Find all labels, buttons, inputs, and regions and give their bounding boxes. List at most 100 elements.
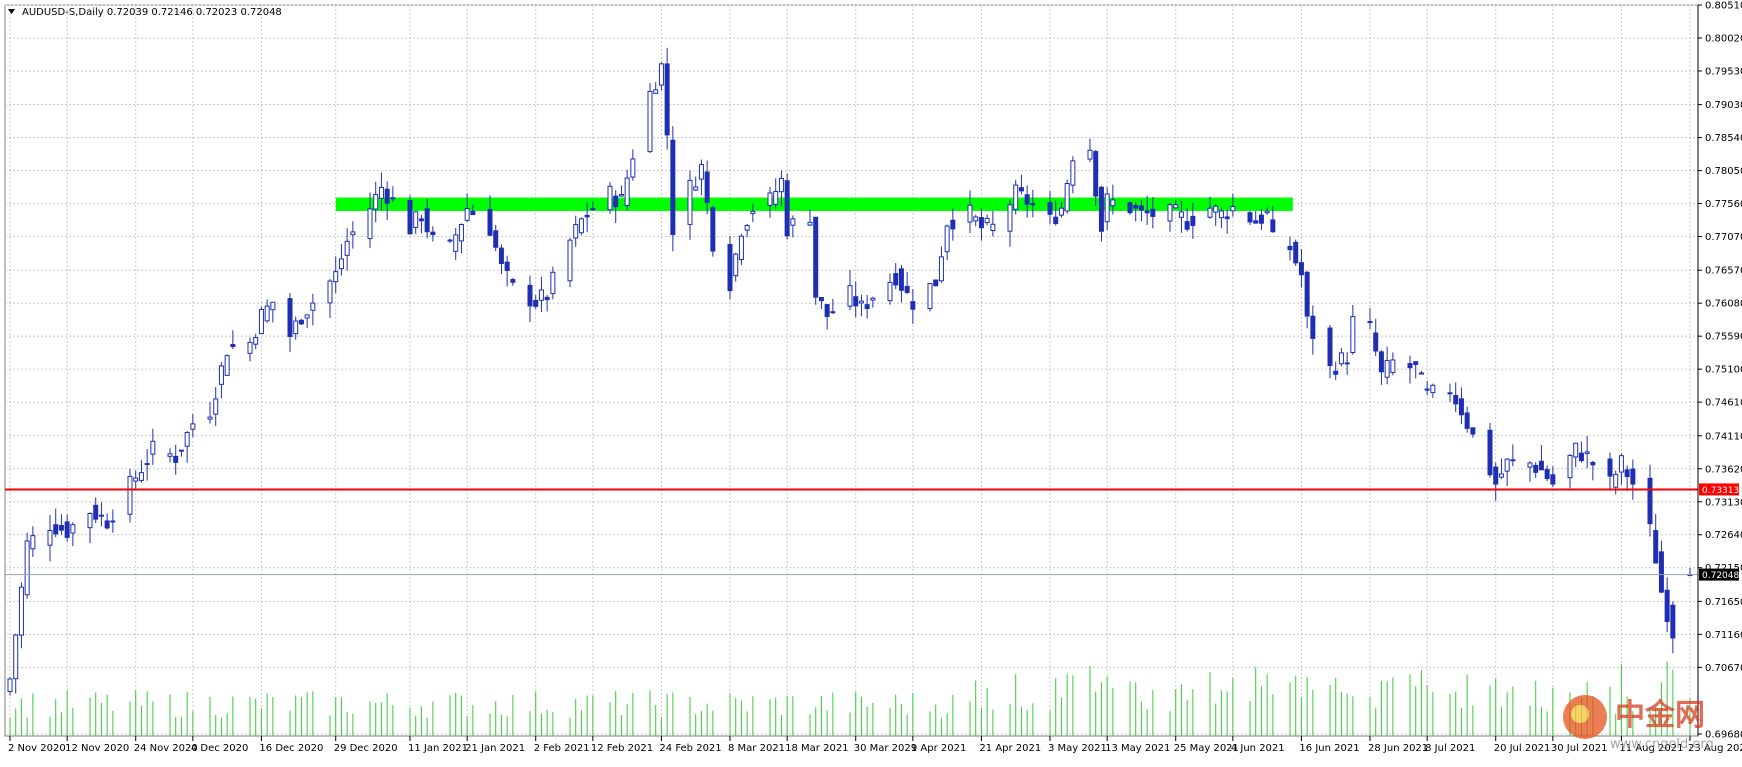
candle-bear [407, 200, 413, 235]
candle-bull [858, 300, 864, 304]
candle-bear [1333, 370, 1339, 375]
candle-bear [1310, 315, 1316, 339]
candle-bull [778, 177, 784, 193]
candle-bull [870, 297, 876, 301]
candle-bull [390, 197, 396, 200]
candle-bull [1264, 210, 1270, 214]
candle-bull [1338, 352, 1344, 365]
candle-bear [1184, 221, 1190, 230]
candle-bull [1167, 204, 1173, 222]
candle-bull [1178, 211, 1184, 218]
candle-bear [1630, 468, 1636, 485]
x-tick-label: 21 Jan 2021 [465, 743, 525, 754]
x-tick-label: 8 Jul 2021 [1425, 743, 1475, 754]
y-tick-label: 0.77560 [1705, 199, 1742, 210]
candle-bear [384, 188, 390, 204]
watermark-site: www.cngold.org [1610, 737, 1714, 752]
candle-bull [1350, 316, 1356, 354]
candle-bull [1367, 321, 1373, 324]
candle-bull [687, 179, 693, 225]
candle-bear [898, 268, 904, 291]
candle-bear [1150, 208, 1156, 217]
x-tick-label: 24 Feb 2021 [659, 743, 721, 754]
candle-bear [727, 244, 733, 292]
candle-bull [224, 355, 230, 376]
y-tick-label: 0.70670 [1705, 663, 1742, 674]
watermark-brand: 中金网 [1615, 698, 1705, 733]
y-tick-label: 0.76570 [1705, 266, 1742, 277]
candle-bear [1293, 241, 1299, 264]
candle-bear [1424, 388, 1430, 391]
candle-bull [607, 185, 613, 211]
x-tick-label: 30 Mar 2021 [854, 743, 917, 754]
y-tick-label: 0.77070 [1705, 232, 1742, 243]
candle-bear [704, 171, 710, 203]
candle-bear [504, 261, 510, 271]
candle-bull [178, 449, 184, 452]
candle-bear [53, 524, 59, 535]
candle-bull [630, 158, 636, 178]
candle-bull [133, 477, 139, 482]
candle-bull [1573, 442, 1579, 458]
candle-bear [1653, 530, 1659, 564]
candle-bull [1087, 149, 1093, 160]
candle-bear [173, 455, 179, 463]
candle-bull [1104, 193, 1110, 223]
y-tick-label: 0.73130 [1705, 497, 1742, 508]
candle-bull [927, 283, 933, 309]
price-chart[interactable]: 0.733130.72048 0.805100.800200.795300.79… [0, 0, 1742, 763]
candle-bear [58, 525, 64, 531]
candle-bear [818, 297, 824, 302]
candle-bull [310, 302, 316, 311]
candle-bull [1070, 160, 1076, 186]
candle-bear [1270, 219, 1276, 233]
candle-bull [1218, 210, 1224, 219]
candle-bear [430, 231, 436, 236]
candle-bear [230, 344, 236, 348]
candle-bear [1344, 362, 1350, 365]
candle-bull [150, 440, 156, 455]
candle-bear [1470, 427, 1476, 435]
candle-bull [127, 475, 133, 515]
candle-bull [184, 431, 190, 447]
candle-bear [1030, 203, 1036, 206]
x-tick-label: 12 Nov 2020 [65, 743, 129, 754]
candle-bear [1287, 245, 1293, 251]
candle-bull [1384, 360, 1390, 378]
candle-bull [550, 271, 556, 295]
candle-bull [333, 271, 339, 283]
candle-bear [104, 520, 110, 529]
x-tick-label: 30 Jul 2021 [1551, 743, 1608, 754]
y-tick-label: 0.79030 [1705, 100, 1742, 111]
candle-bull [738, 235, 744, 261]
candle-bear [710, 207, 716, 252]
candle-bear [470, 210, 476, 216]
candle-bull [264, 305, 270, 322]
chart-window[interactable]: 0.733130.72048 0.805100.800200.795300.79… [0, 0, 1742, 763]
candle-bear [664, 63, 670, 136]
candle-bear [527, 284, 533, 307]
candle-bear [933, 279, 939, 287]
candle-bull [1498, 473, 1504, 478]
candle-bull [144, 463, 150, 466]
support-price-label: 0.73313 [1702, 486, 1739, 496]
candle-bear [64, 521, 70, 538]
candle-bear [1018, 187, 1024, 192]
candle-bear [1373, 332, 1379, 352]
x-tick-label: 4 Jun 2021 [1231, 743, 1285, 754]
candle-bull [573, 224, 579, 239]
x-tick-label: 29 Dec 2020 [334, 743, 398, 754]
x-tick-label: 21 Apr 2021 [979, 743, 1041, 754]
candle-bull [744, 225, 750, 231]
y-tick-label: 0.72150 [1705, 563, 1742, 574]
x-tick-label: 16 Dec 2020 [259, 743, 323, 754]
candle-bear [1138, 205, 1144, 211]
candle-bear [1327, 327, 1333, 367]
candle-bull [304, 314, 310, 319]
candle-bear [1253, 220, 1259, 224]
candle-bull [1504, 458, 1510, 472]
candle-bull [887, 281, 893, 302]
candle-bear [864, 304, 870, 310]
candle-bull [698, 164, 704, 180]
x-tick-label: 20 Jul 2021 [1494, 743, 1551, 754]
